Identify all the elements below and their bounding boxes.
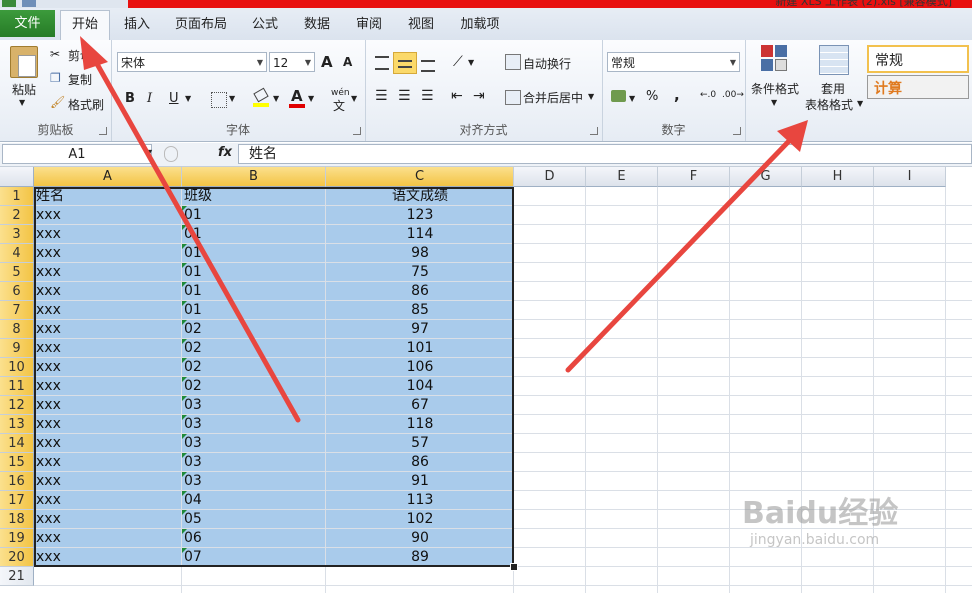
watermark-url: jingyan.baidu.com xyxy=(750,532,880,548)
arrow-to-home-tab xyxy=(80,36,301,423)
arrow-to-format-as-table xyxy=(565,120,808,373)
baidu-watermark: Baidu经验 jingyan.baidu.com xyxy=(742,488,898,548)
watermark-brand: Baidu经验 xyxy=(742,496,899,531)
